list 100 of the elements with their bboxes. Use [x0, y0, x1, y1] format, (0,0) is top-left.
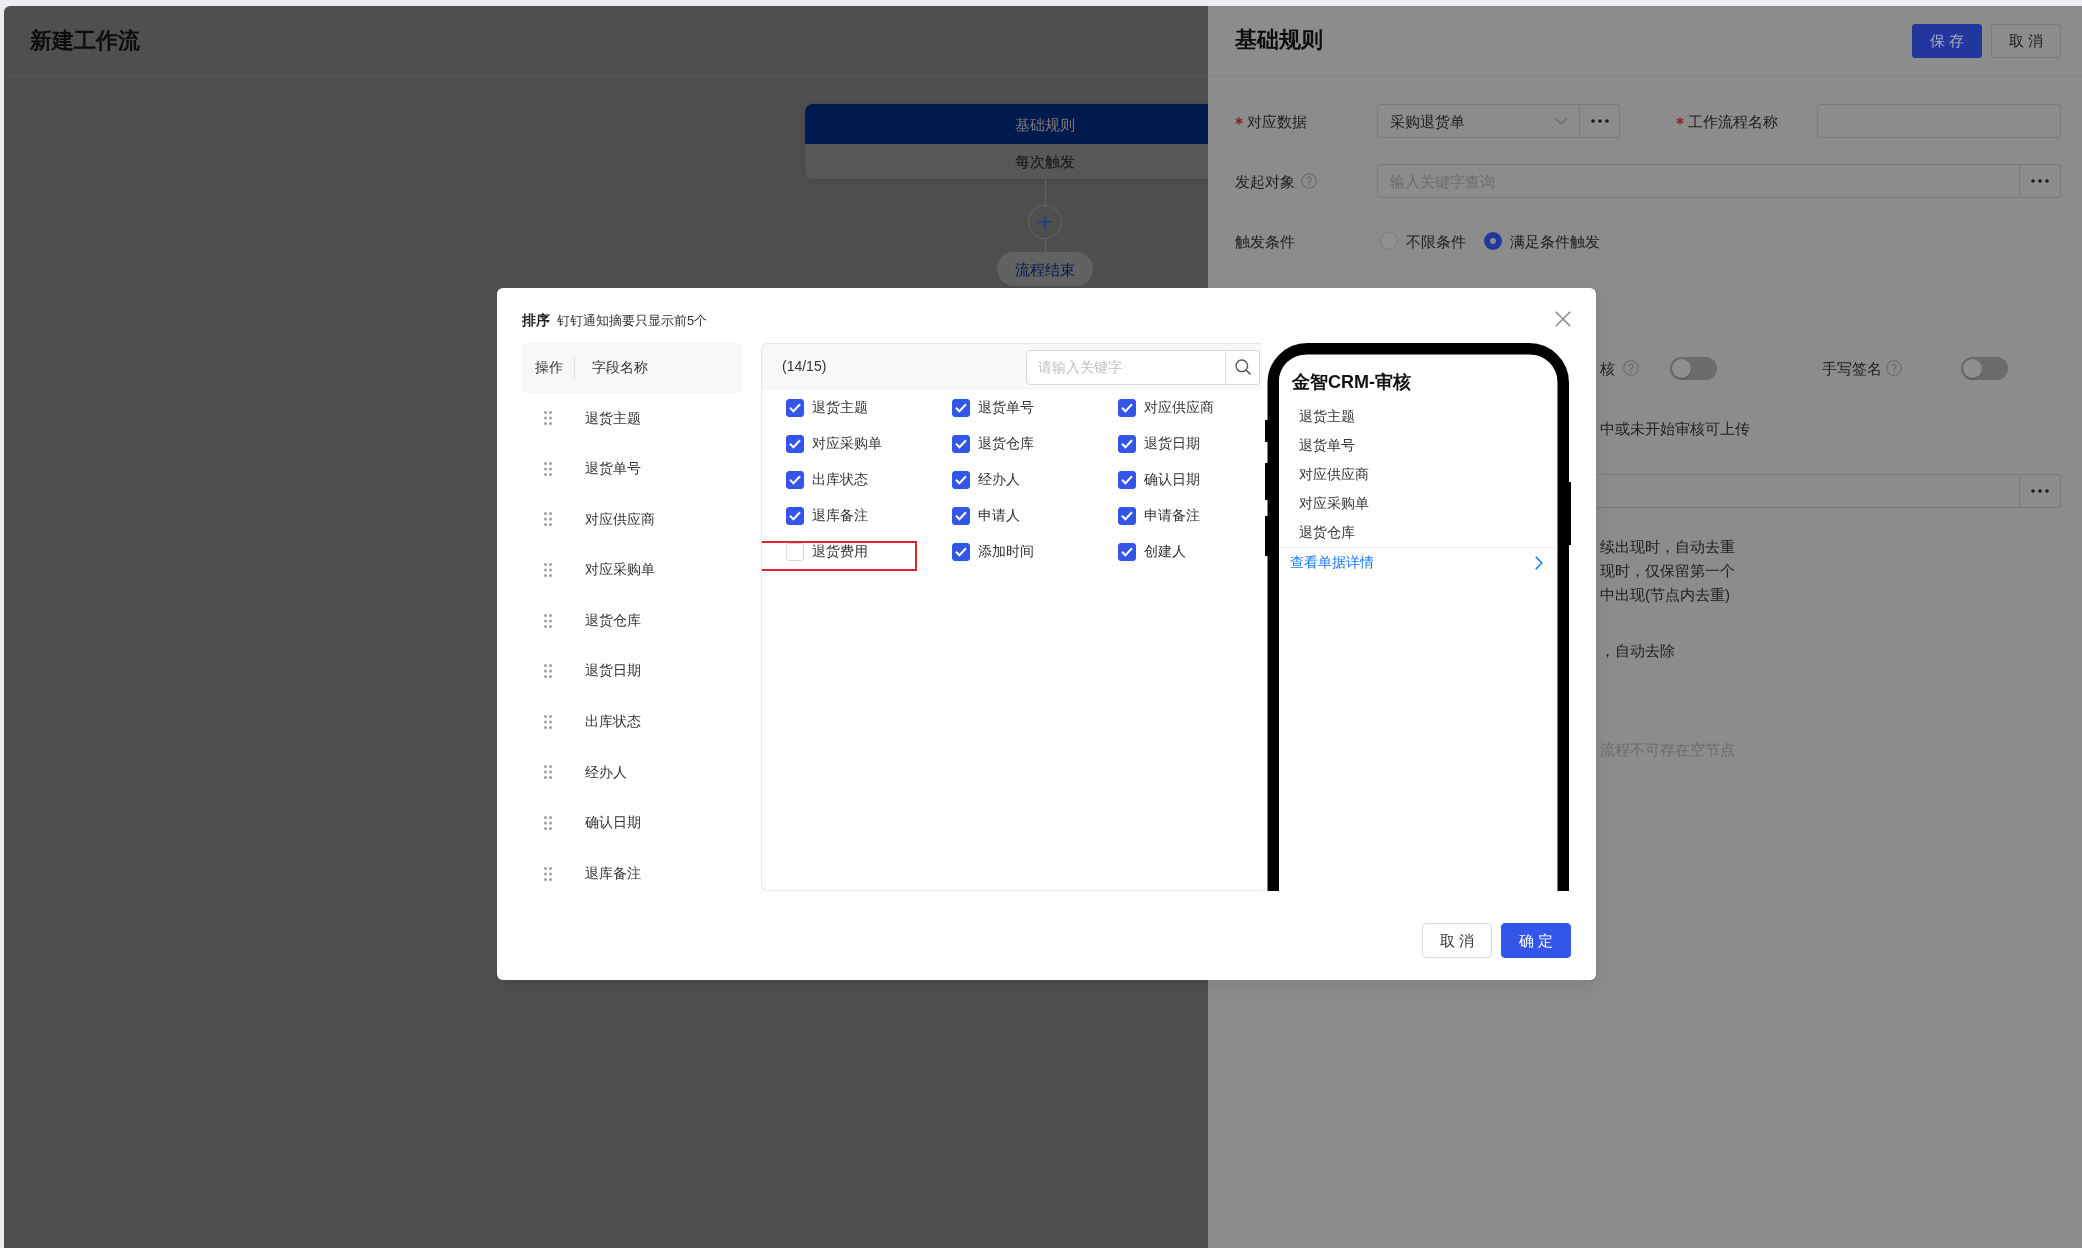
hint-text: ，自动去除 — [1599, 641, 1676, 661]
option-text: 现时，仅保留第一个 — [1600, 561, 1736, 581]
detail-link[interactable]: 查看单据详情 — [1290, 552, 1374, 573]
radio-option[interactable]: 不限条件 — [1380, 230, 1466, 252]
checkbox[interactable] — [1118, 471, 1136, 489]
checkbox[interactable] — [1118, 543, 1136, 561]
help-icon[interactable] — [1623, 360, 1639, 376]
drag-handle-icon[interactable] — [544, 563, 552, 578]
checkbox-option[interactable]: 添加时间 — [952, 534, 1034, 570]
checkbox-option[interactable]: 申请备注 — [1118, 498, 1200, 534]
drag-handle-icon[interactable] — [544, 765, 552, 780]
checkbox-option[interactable]: 退货单号 — [952, 390, 1034, 426]
preview-field: 退货单号 — [1299, 431, 1557, 460]
checkmark-icon — [1121, 511, 1133, 521]
checkbox-option[interactable]: 退货日期 — [1118, 426, 1200, 462]
checkbox-option[interactable]: 经办人 — [952, 462, 1020, 498]
field-name: 退货仓库 — [585, 610, 641, 630]
field-name: 确认日期 — [585, 813, 641, 833]
field-name: 出库状态 — [585, 712, 641, 732]
checkbox[interactable] — [952, 507, 970, 525]
chevron-down-icon — [1555, 117, 1567, 125]
preview-field: 退货仓库 — [1299, 518, 1557, 547]
checkmark-icon — [955, 475, 967, 485]
checkbox-option[interactable]: 申请人 — [952, 498, 1020, 534]
more-button[interactable] — [2020, 474, 2061, 508]
switch-label: 核 — [1600, 358, 1615, 379]
chevron-right-icon[interactable] — [1535, 555, 1543, 570]
cancel-button[interactable]: 取消 — [1991, 23, 2061, 58]
toggle-switch[interactable] — [1670, 356, 1717, 380]
checkmark-icon — [955, 403, 967, 413]
checkmark-icon — [1121, 475, 1133, 485]
flow-node[interactable]: 基础规则 每次触发 — [805, 104, 1208, 179]
checkbox-option[interactable]: 出库状态 — [786, 462, 868, 498]
checkbox-option[interactable]: 退库备注 — [786, 498, 868, 534]
drag-handle-icon[interactable] — [544, 411, 552, 426]
drag-handle-icon[interactable] — [544, 866, 552, 881]
plus-icon — [1037, 214, 1053, 230]
checkbox[interactable] — [786, 435, 804, 453]
more-icon — [2031, 489, 2049, 493]
checkbox[interactable] — [952, 399, 970, 417]
option-text: 中出现(节点内去重) — [1600, 585, 1731, 605]
checkmark-icon — [1121, 403, 1133, 413]
checkbox-option[interactable]: 退货主题 — [786, 390, 868, 426]
node-title: 基础规则 — [805, 104, 1208, 144]
toggle-switch[interactable] — [1961, 356, 2008, 380]
checkbox[interactable] — [1118, 399, 1136, 417]
drag-handle-icon[interactable] — [544, 613, 552, 628]
field-label: 发起对象 — [1235, 171, 1295, 192]
checkbox-option[interactable]: 退货仓库 — [952, 426, 1034, 462]
checkbox[interactable] — [786, 399, 804, 417]
input-field[interactable] — [1596, 474, 2020, 508]
dialog-title: 排序 — [522, 311, 550, 331]
field-name: 退库备注 — [585, 863, 641, 883]
field-label: 工作流程名称 — [1688, 111, 1778, 132]
cancel-button[interactable]: 取消 — [1422, 923, 1492, 958]
search-icon — [1234, 359, 1251, 375]
checkbox[interactable] — [952, 543, 970, 561]
selection-count: (14/15) — [782, 357, 827, 377]
drag-handle-icon[interactable] — [544, 664, 552, 679]
checkbox-option[interactable]: 对应供应商 — [1118, 390, 1214, 426]
radio-option[interactable]: 满足条件触发 — [1484, 230, 1600, 252]
checkbox-option[interactable]: 创建人 — [1118, 534, 1186, 570]
checkbox[interactable] — [952, 435, 970, 453]
close-icon[interactable] — [1555, 311, 1571, 327]
page-title: 新建工作流 — [30, 26, 140, 55]
dialog-hint: 钉钉通知摘要只显示前5个 — [557, 311, 708, 330]
checkbox[interactable] — [786, 507, 804, 525]
checkmark-icon — [955, 439, 967, 449]
checkbox-option[interactable]: 退货费用 — [786, 534, 868, 570]
add-node-button[interactable] — [1028, 205, 1062, 239]
confirm-button[interactable]: 确定 — [1501, 923, 1571, 958]
checkmark-icon — [789, 511, 801, 521]
more-icon — [2031, 179, 2049, 183]
checkmark-icon — [955, 547, 967, 557]
checkmark-icon — [789, 439, 801, 449]
preview-title: 金智CRM-审核 — [1291, 371, 1412, 394]
more-button[interactable] — [2020, 164, 2061, 198]
checkbox-option[interactable]: 对应采购单 — [786, 426, 882, 462]
drag-handle-icon[interactable] — [544, 512, 552, 527]
checkbox[interactable] — [952, 471, 970, 489]
checkbox-option[interactable]: 确认日期 — [1118, 462, 1200, 498]
preview-field: 对应供应商 — [1299, 460, 1557, 489]
field-name: 对应供应商 — [585, 509, 655, 529]
checkbox[interactable] — [1118, 507, 1136, 525]
radio-button[interactable] — [1484, 232, 1502, 250]
save-button[interactable]: 保存 — [1912, 23, 1982, 58]
checkbox[interactable] — [1118, 435, 1136, 453]
search-button[interactable] — [1226, 349, 1260, 385]
drag-handle-icon[interactable] — [544, 714, 552, 729]
drag-handle-icon[interactable] — [544, 816, 552, 831]
checkbox[interactable] — [786, 471, 804, 489]
drag-handle-icon[interactable] — [544, 461, 552, 476]
field-name: 退货主题 — [585, 408, 641, 428]
help-icon[interactable] — [1886, 360, 1902, 376]
help-icon[interactable] — [1301, 173, 1317, 189]
select-field[interactable]: 采购退货单 — [1377, 104, 1580, 138]
preview-field: 对应采购单 — [1299, 489, 1557, 518]
more-button[interactable] — [1580, 104, 1620, 138]
field-name: 退货日期 — [585, 661, 641, 681]
field-name: 退货单号 — [585, 459, 641, 479]
